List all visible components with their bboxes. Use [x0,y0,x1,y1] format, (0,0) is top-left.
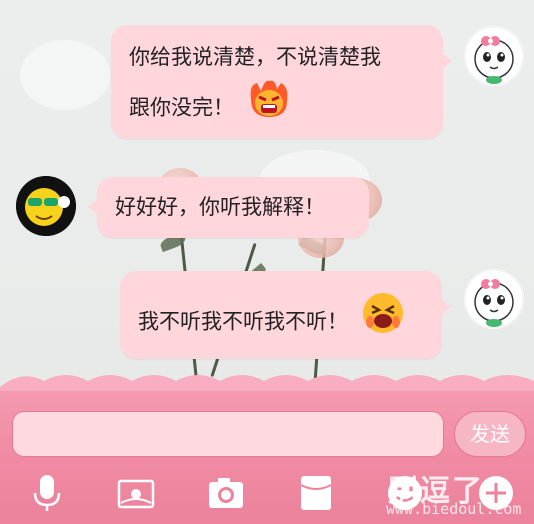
avatar[interactable] [464,269,524,329]
message-text-line: 我不听我不听我不听！ [138,293,424,352]
message-text: 你给我说清楚，不说清楚我 [129,45,381,69]
angry-face-icon [247,77,291,136]
crying-yelling-face-icon [361,291,405,350]
red-envelope-icon[interactable] [296,473,336,513]
message-bubble-outgoing[interactable]: 你给我说清楚，不说清楚我 跟你没完！ [111,25,452,139]
send-button[interactable]: 发送 [454,411,526,457]
avatar[interactable] [464,26,524,86]
watermark-url: www.biedoul.com [386,500,522,518]
message-text: 跟你没完！ [129,95,234,120]
message-bubble-incoming[interactable]: 好好好，你听我解释！ [88,177,369,238]
chat-screen: 你给我说清楚，不说清楚我 跟你没完！ 好好好，你听我解释！ 我不听我不听我不听！… [0,0,534,524]
message-bubble-outgoing[interactable]: 我不听我不听我不听！ [120,271,451,359]
image-icon[interactable] [116,473,156,513]
message-text-line: 跟你没完！ [129,79,425,138]
microphone-icon[interactable] [27,473,67,513]
message-text: 好好好，你听我解释！ [115,195,325,219]
camera-icon[interactable] [206,473,246,513]
message-input[interactable] [12,411,444,457]
message-text: 我不听我不听我不听！ [138,309,348,334]
background-pattern [20,40,110,110]
avatar[interactable] [16,176,76,236]
